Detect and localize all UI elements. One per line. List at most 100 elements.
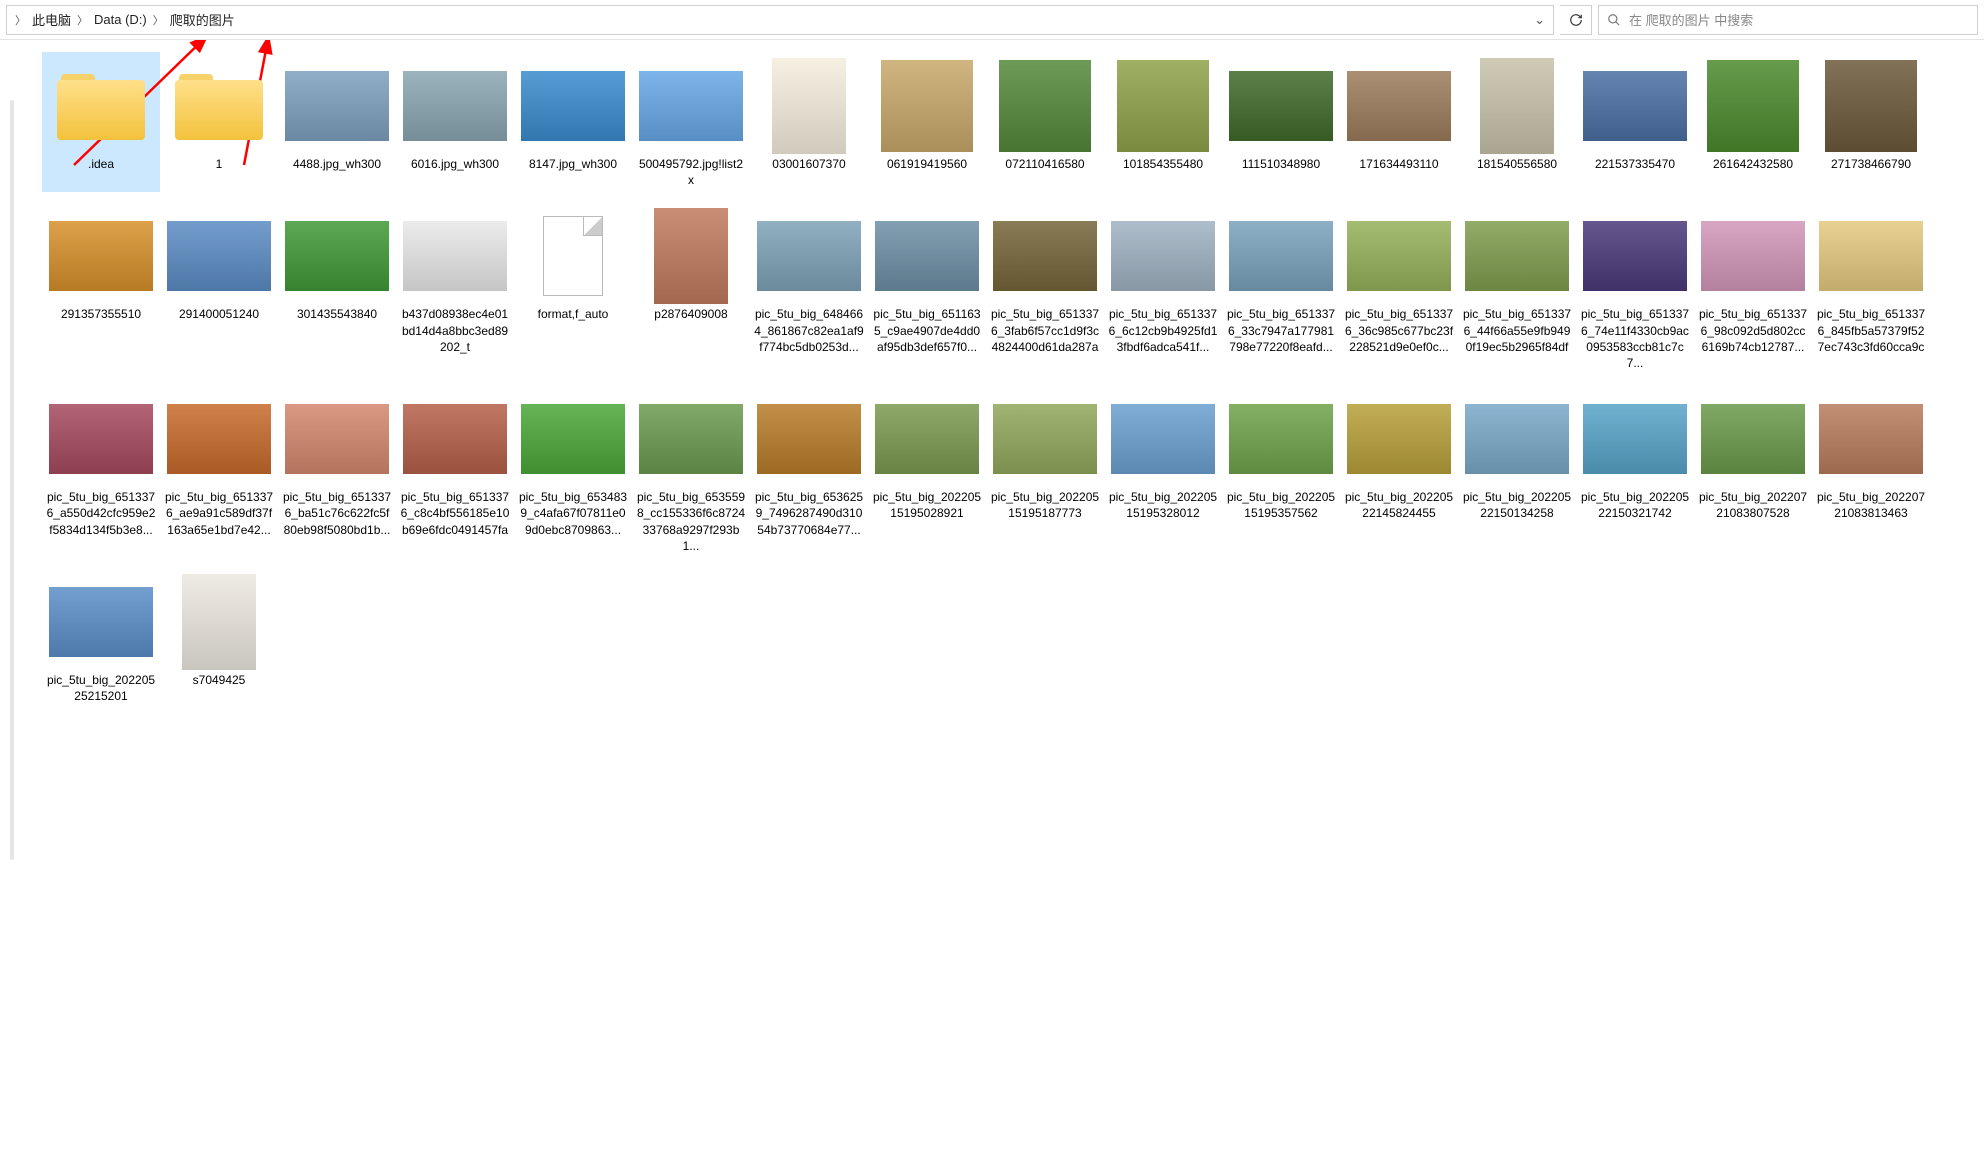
file-item[interactable]: pic_5tu_big_20220522150134258	[1458, 385, 1576, 558]
file-item[interactable]: pic_5tu_big_6513376_98c092d5d802cc6169b7…	[1694, 202, 1812, 375]
file-item[interactable]: format,f_auto	[514, 202, 632, 375]
search-input[interactable]: 在 爬取的图片 中搜索	[1598, 5, 1978, 35]
file-item[interactable]: 072110416580	[986, 52, 1104, 192]
file-item[interactable]: 291400051240	[160, 202, 278, 375]
image-thumbnail	[1229, 71, 1333, 141]
thumbnail	[1464, 206, 1570, 306]
image-thumbnail	[639, 71, 743, 141]
file-name: p2876409008	[652, 306, 729, 322]
image-thumbnail	[999, 60, 1091, 152]
thumbnail	[756, 206, 862, 306]
file-item[interactable]: pic_5tu_big_6511635_c9ae4907de4dd0af95db…	[868, 202, 986, 375]
file-item[interactable]: 6016.jpg_wh300	[396, 52, 514, 192]
file-item[interactable]: 301435543840	[278, 202, 396, 375]
file-item[interactable]: 291357355510	[42, 202, 160, 375]
file-name: 171634493110	[1357, 156, 1440, 172]
thumbnail	[402, 389, 508, 489]
file-item[interactable]: pic_5tu_big_20220515195328012	[1104, 385, 1222, 558]
file-item[interactable]: 061919419560	[868, 52, 986, 192]
file-name: pic_5tu_big_6511635_c9ae4907de4dd0af95db…	[870, 306, 984, 355]
image-thumbnail	[1117, 60, 1209, 152]
file-item[interactable]: pic_5tu_big_6513376_845fb5a57379f527ec74…	[1812, 202, 1930, 375]
folder-icon	[57, 70, 145, 142]
thumbnail	[1346, 389, 1452, 489]
file-name: pic_5tu_big_6513376_33c7947a177981798e77…	[1224, 306, 1338, 355]
breadcrumb[interactable]: 〉 此电脑 〉 Data (D:) 〉 爬取的图片 ⌄	[6, 5, 1554, 35]
file-item[interactable]: pic_5tu_big_20220721083807528	[1694, 385, 1812, 558]
file-item[interactable]: pic_5tu_big_6513376_ae9a91c589df37f163a6…	[160, 385, 278, 558]
file-item[interactable]: s7049425	[160, 568, 278, 708]
file-item[interactable]: pic_5tu_big_20220525215201	[42, 568, 160, 708]
thumbnail	[756, 56, 862, 156]
file-item[interactable]: pic_5tu_big_20220522150321742	[1576, 385, 1694, 558]
file-item[interactable]: pic_5tu_big_6513376_6c12cb9b4925fd13fbdf…	[1104, 202, 1222, 375]
file-name: pic_5tu_big_20220515195028921	[870, 489, 984, 521]
file-name: pic_5tu_big_20220515195187773	[988, 489, 1102, 521]
thumbnail	[1818, 206, 1924, 306]
file-item[interactable]: 171634493110	[1340, 52, 1458, 192]
file-item[interactable]: pic_5tu_big_6534839_c4afa67f07811e09d0eb…	[514, 385, 632, 558]
refresh-button[interactable]	[1560, 5, 1592, 35]
file-item[interactable]: 500495792.jpg!list2x	[632, 52, 750, 192]
breadcrumb-item[interactable]: 爬取的图片	[170, 10, 235, 29]
thumbnail	[1700, 389, 1806, 489]
file-item[interactable]: 261642432580	[1694, 52, 1812, 192]
file-item[interactable]: 271738466790	[1812, 52, 1930, 192]
file-item[interactable]: pic_5tu_big_20220522145824455	[1340, 385, 1458, 558]
file-item[interactable]: pic_5tu_big_6513376_44f66a55e9fb9490f19e…	[1458, 202, 1576, 375]
file-item[interactable]: pic_5tu_big_6484664_861867c82ea1af9f774b…	[750, 202, 868, 375]
file-item[interactable]: 8147.jpg_wh300	[514, 52, 632, 192]
file-name: 291357355510	[59, 306, 143, 322]
file-item[interactable]: pic_5tu_big_20220515195357562	[1222, 385, 1340, 558]
file-name: pic_5tu_big_6534839_c4afa67f07811e09d0eb…	[516, 489, 630, 538]
image-thumbnail	[1111, 221, 1215, 291]
content-pane[interactable]: .idea14488.jpg_wh3006016.jpg_wh300 8147.j…	[24, 40, 1984, 1161]
sidebar-gutter	[0, 40, 24, 1161]
file-item[interactable]: pic_5tu_big_20220721083813463	[1812, 385, 1930, 558]
file-name: pic_5tu_big_6535598_cc155336f6c872433768…	[634, 489, 748, 554]
file-item[interactable]: 03001607370	[750, 52, 868, 192]
file-item[interactable]: pic_5tu_big_6513376_c8c4bf556185e10b69e6…	[396, 385, 514, 558]
breadcrumb-item[interactable]: 此电脑	[32, 10, 71, 29]
image-thumbnail	[1583, 71, 1687, 141]
folder-item[interactable]: 1	[160, 52, 278, 192]
image-thumbnail	[1347, 71, 1451, 141]
file-item[interactable]: pic_5tu_big_20220515195028921	[868, 385, 986, 558]
breadcrumb-item[interactable]: Data (D:)	[94, 12, 147, 27]
file-item[interactable]: 181540556580	[1458, 52, 1576, 192]
file-item[interactable]: pic_5tu_big_20220515195187773	[986, 385, 1104, 558]
file-item[interactable]: pic_5tu_big_6535598_cc155336f6c872433768…	[632, 385, 750, 558]
file-item[interactable]: pic_5tu_big_6513376_3fab6f57cc1d9f3c4824…	[986, 202, 1104, 375]
file-item[interactable]: pic_5tu_big_6513376_ba51c76c622fc5f80eb9…	[278, 385, 396, 558]
file-name: pic_5tu_big_6513376_36c985c677bc23f22852…	[1342, 306, 1456, 355]
image-thumbnail	[1347, 221, 1451, 291]
file-item[interactable]: 221537335470	[1576, 52, 1694, 192]
file-item[interactable]: p2876409008	[632, 202, 750, 375]
document-icon	[543, 216, 603, 296]
image-thumbnail	[654, 208, 728, 304]
file-item[interactable]: pic_5tu_big_6513376_74e11f4330cb9ac09535…	[1576, 202, 1694, 375]
file-name: pic_5tu_big_6536259_7496287490d31054b737…	[752, 489, 866, 538]
thumbnail	[992, 389, 1098, 489]
file-name: pic_5tu_big_6513376_6c12cb9b4925fd13fbdf…	[1106, 306, 1220, 355]
file-item[interactable]: 111510348980	[1222, 52, 1340, 192]
image-thumbnail	[757, 404, 861, 474]
image-thumbnail	[1229, 221, 1333, 291]
file-item[interactable]: pic_5tu_big_6513376_36c985c677bc23f22852…	[1340, 202, 1458, 375]
image-thumbnail	[1111, 404, 1215, 474]
file-item[interactable]: pic_5tu_big_6513376_33c7947a177981798e77…	[1222, 202, 1340, 375]
file-name: pic_5tu_big_6513376_c8c4bf556185e10b69e6…	[398, 489, 512, 538]
thumbnail	[638, 206, 744, 306]
file-name: 101854355480	[1121, 156, 1205, 172]
file-item[interactable]: 101854355480	[1104, 52, 1222, 192]
thumbnail	[1110, 56, 1216, 156]
file-item[interactable]: 4488.jpg_wh300	[278, 52, 396, 192]
folder-item[interactable]: .idea	[42, 52, 160, 192]
chevron-down-icon[interactable]: ⌄	[1534, 12, 1545, 28]
file-item[interactable]: pic_5tu_big_6513376_a550d42cfc959e2f5834…	[42, 385, 160, 558]
thumbnail	[166, 572, 272, 672]
file-item[interactable]: b437d08938ec4e01bd14d4a8bbc3ed89202_t	[396, 202, 514, 375]
image-thumbnail	[1583, 404, 1687, 474]
file-name: 8147.jpg_wh300	[527, 156, 619, 172]
file-item[interactable]: pic_5tu_big_6536259_7496287490d31054b737…	[750, 385, 868, 558]
